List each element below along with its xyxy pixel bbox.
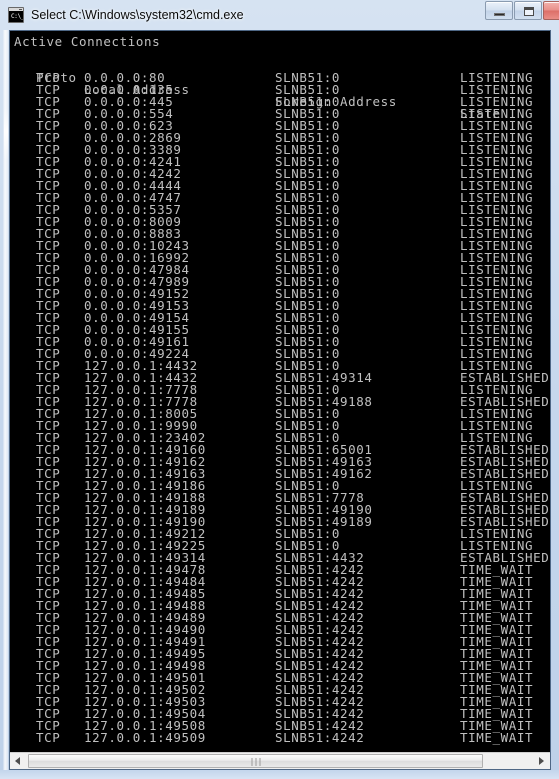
window-border-sheen — [3, 30, 8, 778]
scroll-thumb-grip-icon — [251, 758, 260, 766]
scroll-right-arrow-button[interactable] — [533, 753, 550, 769]
close-button[interactable] — [543, 1, 559, 20]
connection-proto: TCP — [36, 730, 61, 745]
caption-button-group — [484, 1, 559, 20]
console-heading: Active Connections — [14, 34, 161, 49]
horizontal-scrollbar[interactable] — [10, 752, 550, 769]
maximize-button[interactable] — [514, 1, 542, 20]
icon-prompt-text: C:\_ — [11, 13, 24, 20]
chevron-left-icon — [15, 757, 20, 765]
connection-foreign: SLNB51:4242 — [275, 730, 365, 745]
minimize-icon — [494, 13, 505, 16]
window-titlebar[interactable]: C:\_ Select C:\Windows\system32\cmd.exe — [0, 0, 559, 30]
console-client-area[interactable]: Active Connections Proto Local Address F… — [9, 30, 551, 770]
chevron-right-icon — [539, 757, 544, 765]
horizontal-scroll-thumb[interactable] — [28, 754, 483, 768]
console-output[interactable]: Active Connections Proto Local Address F… — [10, 31, 550, 752]
icon-titlebar-stripe — [9, 8, 23, 11]
window-bottom-frame — [0, 770, 559, 779]
connection-row: TCP 127.0.0.1:49509 SLNB51:4242 TIME_WAIT — [10, 730, 550, 745]
scroll-left-arrow-button[interactable] — [10, 753, 27, 769]
maximize-icon — [524, 7, 534, 16]
connection-state: TIME_WAIT — [460, 730, 534, 745]
horizontal-scroll-track[interactable] — [27, 753, 533, 769]
cmd-console-icon: C:\_ — [8, 7, 24, 23]
connection-local: 127.0.0.1:49509 — [84, 730, 206, 745]
minimize-button[interactable] — [485, 1, 513, 20]
cmd-window: C:\_ Select C:\Windows\system32\cmd.exe … — [0, 0, 559, 779]
window-title: Select C:\Windows\system32\cmd.exe — [31, 8, 244, 22]
window-border-glow — [4, 108, 8, 160]
